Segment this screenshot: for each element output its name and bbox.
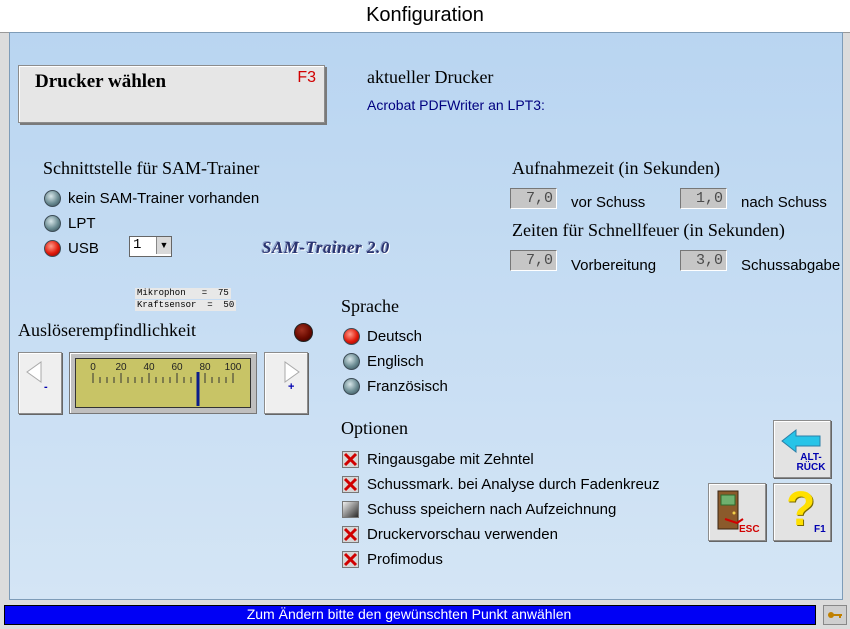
help-icon: ?	[786, 483, 816, 536]
option-checkbox[interactable]	[342, 551, 359, 568]
check-x-icon	[343, 452, 358, 467]
force-sensor-readout: Kraftsensor = 50	[135, 300, 237, 311]
back-label-line2: RÜCK	[796, 462, 826, 473]
before-shot-label: vor Schuss	[571, 194, 646, 211]
increase-label: +	[288, 381, 295, 393]
sensitivity-heading: Auslöserempfindlichkeit	[18, 320, 196, 340]
radio-french-label: Französisch	[367, 378, 448, 395]
gauge-tick-label: 0	[90, 362, 96, 373]
option-checkbox[interactable]	[342, 476, 359, 493]
language-heading: Sprache	[341, 296, 399, 316]
radio-english[interactable]	[343, 353, 360, 370]
help-label: F1	[814, 524, 826, 535]
current-printer-value: Acrobat PDFWriter an LPT3:	[367, 97, 545, 113]
before-shot-field[interactable]: 7,0	[510, 188, 557, 209]
shot-release-field[interactable]: 3,0	[680, 250, 727, 271]
option-label: Schussmark. bei Analyse durch Fadenkreuz	[367, 476, 660, 493]
check-x-icon	[343, 552, 358, 567]
arrow-back-icon	[781, 428, 821, 454]
gauge-face: 0 20 40 60 80 100	[75, 358, 251, 408]
radio-french[interactable]	[343, 378, 360, 395]
current-printer-heading: aktueller Drucker	[367, 67, 494, 87]
esc-button[interactable]: ESC	[708, 483, 766, 541]
esc-label: ESC	[739, 524, 760, 535]
after-shot-field[interactable]: 1,0	[680, 188, 727, 209]
usb-port-value: 1	[133, 237, 142, 253]
option-label: Ringausgabe mit Zehntel	[367, 451, 534, 468]
radio-german[interactable]	[343, 328, 360, 345]
gauge-tick-label: 60	[171, 362, 183, 373]
radio-lpt[interactable]	[44, 215, 61, 232]
option-checkbox[interactable]	[342, 501, 359, 518]
key-icon	[828, 612, 842, 618]
radio-lpt-label: LPT	[68, 215, 96, 232]
chevron-down-icon[interactable]: ▼	[156, 237, 171, 254]
radio-english-label: Englisch	[367, 353, 424, 370]
gauge-needle	[196, 372, 200, 406]
radio-german-label: Deutsch	[367, 328, 423, 345]
options-heading: Optionen	[341, 418, 408, 438]
arrow-left-icon	[26, 361, 42, 383]
decrease-label: -	[44, 381, 48, 393]
trigger-indicator-led	[294, 323, 313, 342]
choose-printer-button[interactable]: Drucker wählen F3	[18, 65, 325, 123]
back-label: ALT- RÜCK	[794, 453, 828, 473]
check-x-icon	[343, 477, 358, 492]
check-x-icon	[343, 527, 358, 542]
preparation-field[interactable]: 7,0	[510, 250, 557, 271]
choose-printer-hotkey: F3	[297, 69, 316, 86]
shot-release-label: Schussabgabe	[741, 257, 841, 274]
preparation-label: Vorbereitung	[571, 257, 657, 274]
radio-usb[interactable]	[44, 240, 61, 257]
radio-no-trainer-label: kein SAM-Trainer vorhanden	[68, 190, 260, 207]
sam-trainer-logo: SAM-Trainer 2.0	[262, 238, 390, 257]
option-label: Profimodus	[367, 551, 443, 568]
gauge-scale: 0 20 40 60 80 100	[90, 362, 242, 406]
radio-usb-label: USB	[68, 240, 99, 257]
choose-printer-label: Drucker wählen	[35, 71, 167, 92]
gauge-tick-label: 80	[199, 362, 211, 373]
status-text: Zum Ändern bitte den gewünschten Punkt a…	[246, 606, 572, 622]
option-checkbox[interactable]	[342, 526, 359, 543]
radio-no-trainer[interactable]	[44, 190, 61, 207]
option-label: Schuss speichern nach Aufzeichnung	[367, 501, 617, 518]
gauge-tick-label: 40	[143, 362, 155, 373]
gauge-tick-label: 20	[115, 362, 127, 373]
usb-port-select[interactable]: 1 ▼	[129, 236, 172, 257]
rapid-fire-heading: Zeiten für Schnellfeuer (in Sekunden)	[512, 220, 785, 240]
arrow-right-icon	[284, 361, 300, 383]
back-button[interactable]: ALT- RÜCK	[773, 420, 831, 478]
interface-heading: Schnittstelle für SAM-Trainer	[43, 158, 260, 178]
sensitivity-decrease-button[interactable]: -	[18, 352, 62, 414]
sensitivity-increase-button[interactable]: +	[264, 352, 308, 414]
sensitivity-gauge: 0 20 40 60 80 100	[69, 352, 257, 414]
window-title: Konfiguration	[366, 4, 484, 26]
recording-time-heading: Aufnahmezeit (in Sekunden)	[512, 158, 720, 178]
help-button[interactable]: ? F1	[773, 483, 831, 541]
microphone-readout: Mikrophon = 75	[135, 288, 231, 299]
gauge-tick-label: 100	[225, 362, 242, 373]
after-shot-label: nach Schuss	[741, 194, 827, 211]
option-label: Druckervorschau verwenden	[367, 526, 558, 543]
option-checkbox[interactable]	[342, 451, 359, 468]
tray-button[interactable]	[823, 605, 847, 625]
